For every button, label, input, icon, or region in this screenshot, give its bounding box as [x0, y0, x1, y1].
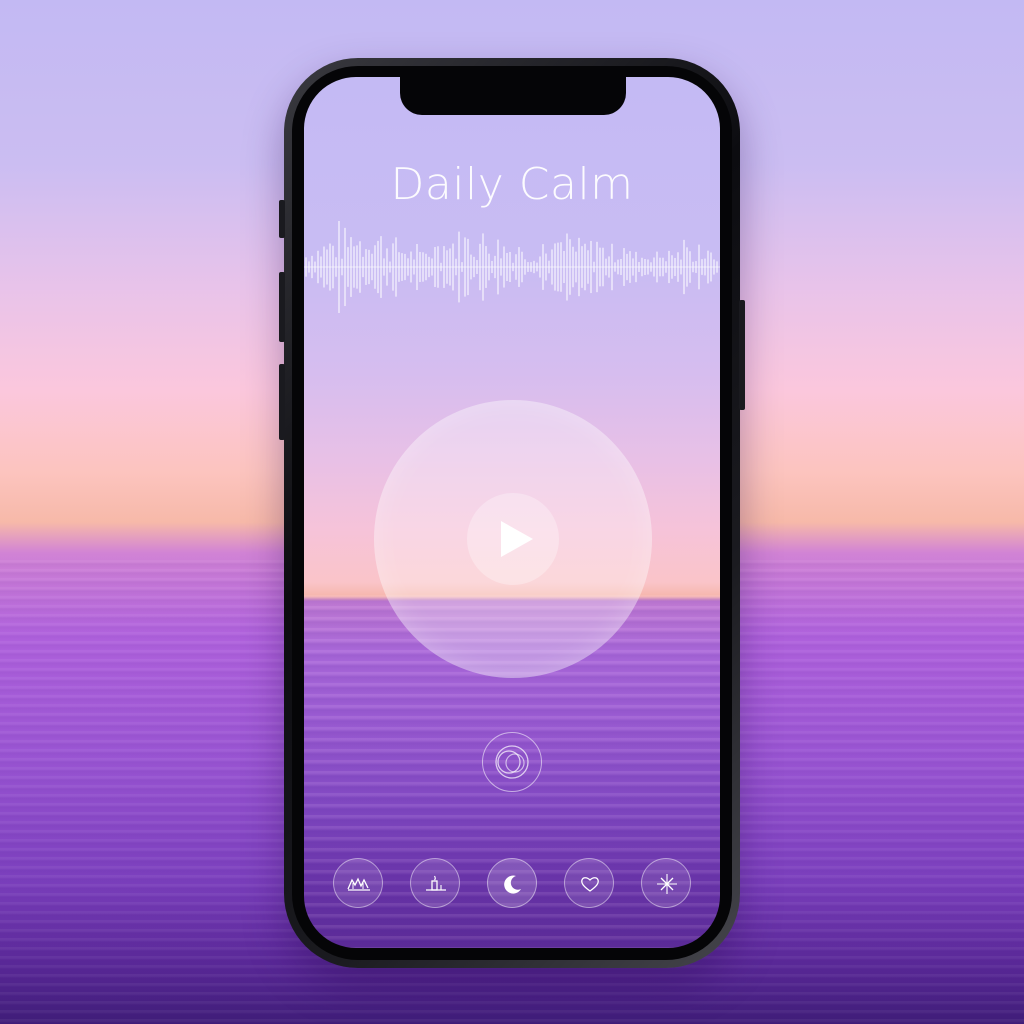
nav-item-mood[interactable] [564, 858, 614, 908]
play-halo [374, 400, 652, 678]
audio-waveform [304, 221, 720, 313]
nav-item-energy[interactable] [641, 858, 691, 908]
breathe-rings-icon [494, 744, 529, 779]
volume-up-button [279, 272, 285, 342]
sparkle-icon [657, 874, 677, 894]
nav-item-focus[interactable] [410, 858, 460, 908]
candle-icon [426, 875, 446, 891]
moon-icon [504, 875, 521, 894]
volume-down-button [279, 364, 285, 440]
nav-item-nature[interactable] [333, 858, 383, 908]
app-title: Daily Calm [390, 159, 634, 210]
play-button[interactable] [467, 493, 559, 585]
breathe-mode-button[interactable] [482, 732, 542, 792]
nav-item-sleep[interactable] [487, 858, 537, 908]
bottom-nav [333, 858, 691, 908]
mute-switch [279, 200, 285, 238]
notch [400, 77, 626, 115]
landscape-icon [347, 877, 370, 891]
heart-icon [581, 877, 599, 892]
play-icon [501, 521, 533, 557]
app-screen: Daily Calm [304, 77, 720, 948]
power-button [739, 300, 745, 410]
